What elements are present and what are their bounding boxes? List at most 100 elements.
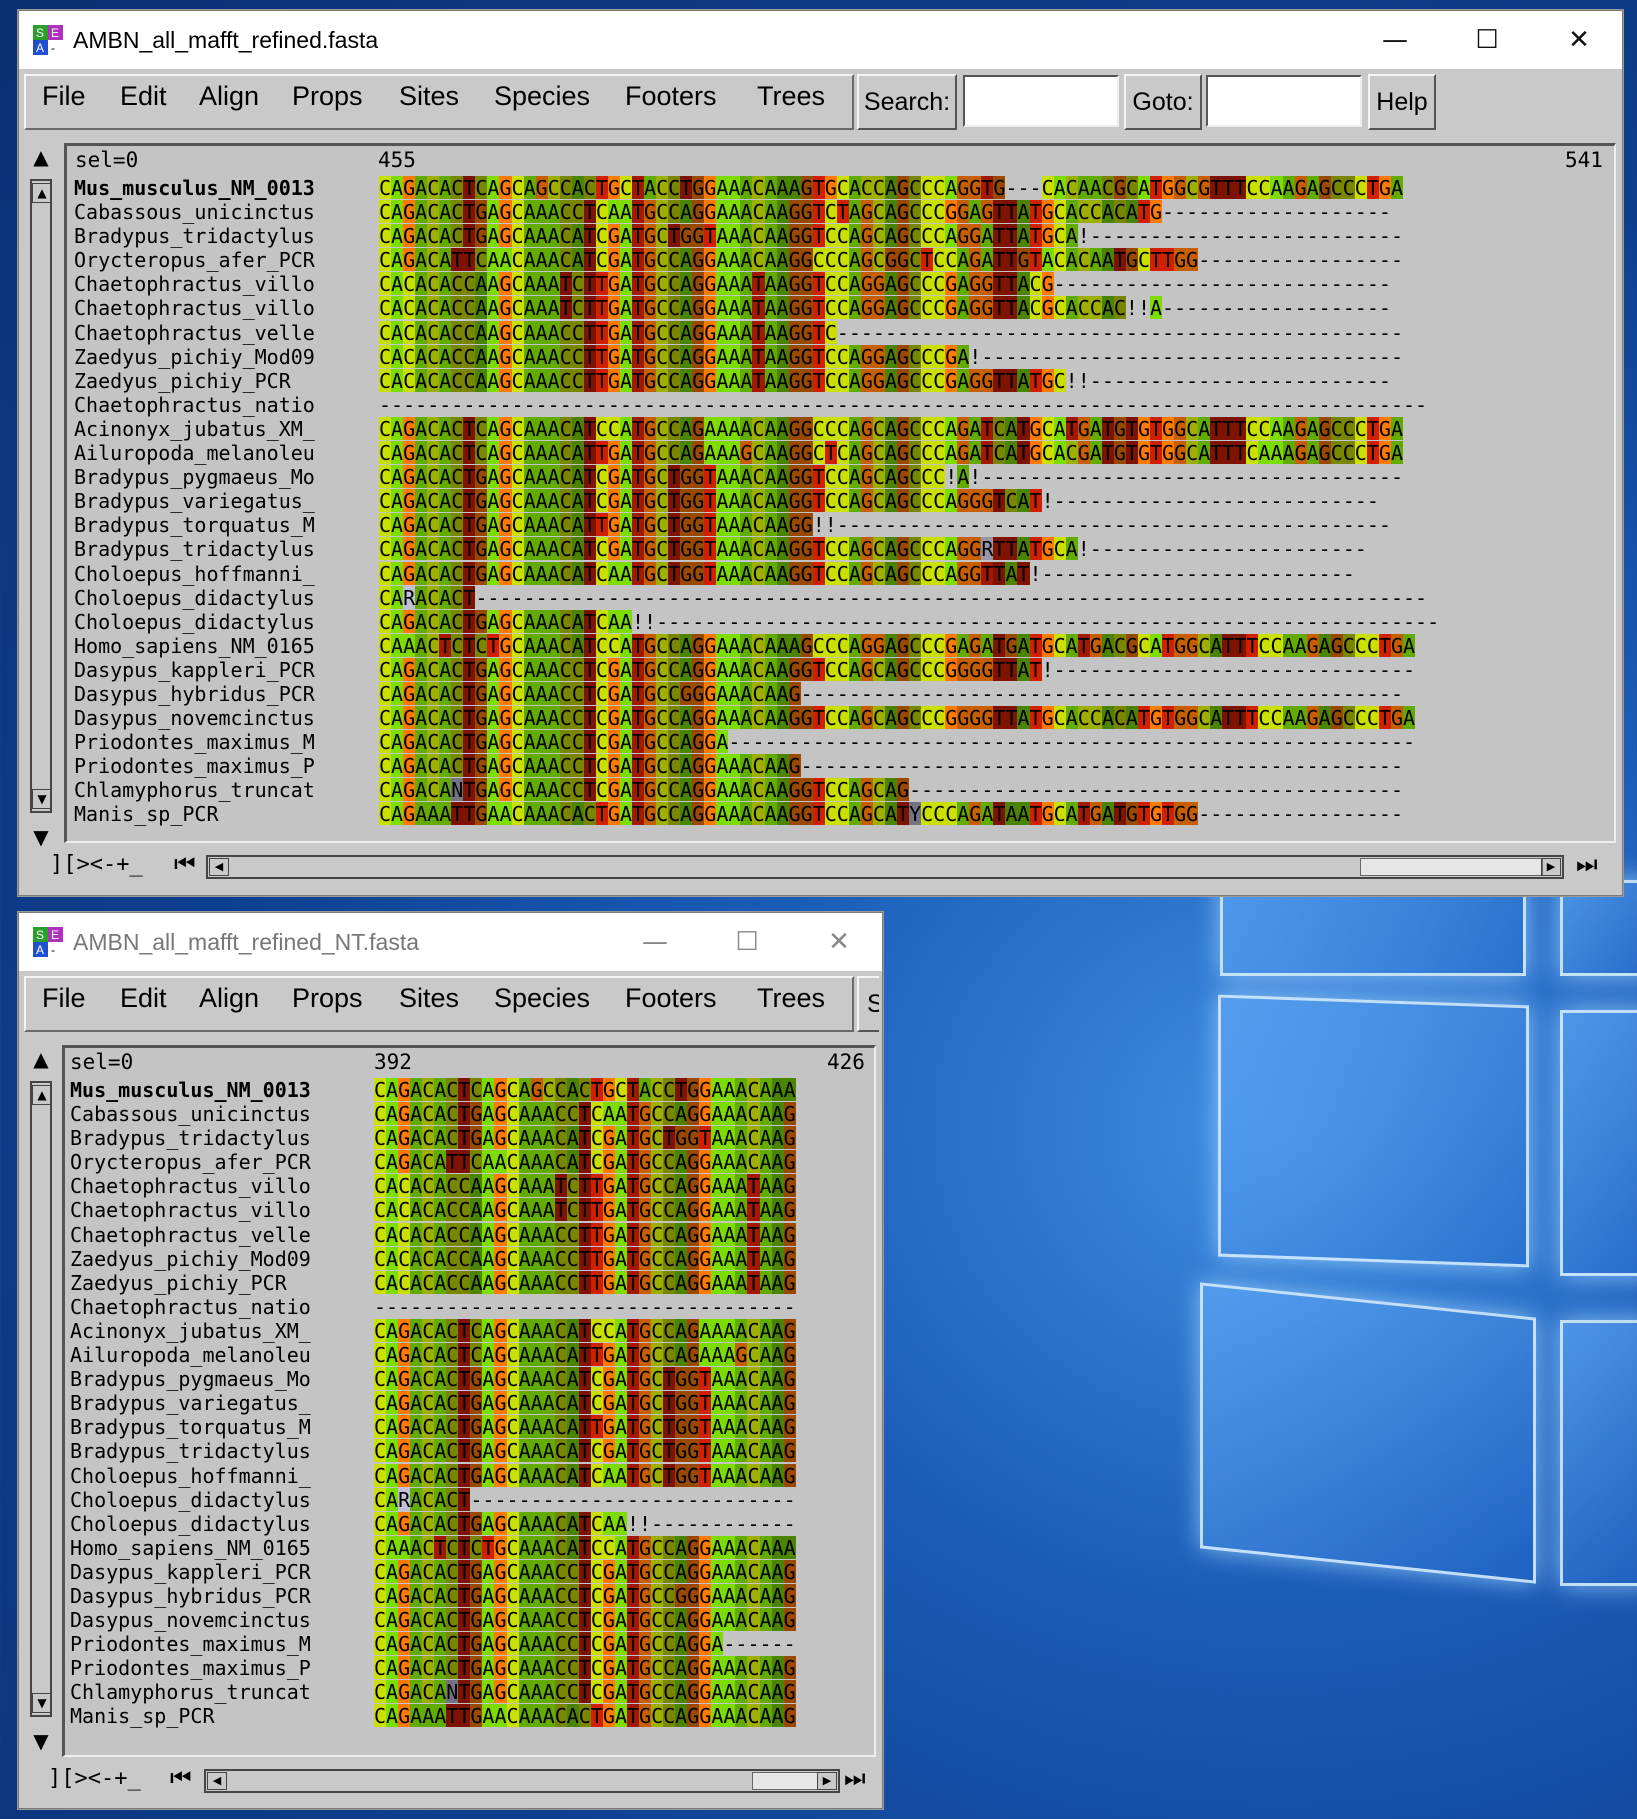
nucleotide-cell[interactable]: G bbox=[692, 633, 705, 658]
nucleotide-cell[interactable]: - bbox=[1222, 224, 1234, 248]
nucleotide-cell[interactable]: A bbox=[518, 1222, 531, 1247]
nucleotide-cell[interactable]: A bbox=[518, 1608, 531, 1632]
nucleotide-cell[interactable]: A bbox=[957, 368, 970, 393]
nucleotide-cell[interactable]: - bbox=[969, 778, 981, 802]
nucleotide-cell[interactable]: C bbox=[656, 296, 669, 320]
nucleotide-cell[interactable]: A bbox=[487, 320, 500, 345]
nucleotide-cell[interactable]: - bbox=[1295, 200, 1307, 224]
nucleotide-cell[interactable]: - bbox=[1138, 730, 1150, 754]
taxon-name[interactable]: Priodontes_maximus_M bbox=[74, 730, 364, 754]
nucleotide-cell[interactable]: G bbox=[699, 1270, 712, 1295]
nucleotide-cell[interactable]: - bbox=[765, 610, 777, 634]
nucleotide-cell[interactable]: A bbox=[764, 368, 777, 393]
nucleotide-cell[interactable]: C bbox=[909, 224, 922, 248]
nucleotide-cell[interactable]: A bbox=[759, 1318, 772, 1343]
nucleotide-cell[interactable]: - bbox=[1331, 586, 1343, 610]
nucleotide-cell[interactable]: - bbox=[885, 321, 897, 345]
nucleotide-cell[interactable]: G bbox=[788, 778, 801, 802]
nucleotide-cell[interactable]: T bbox=[631, 176, 645, 200]
nucleotide-cell[interactable]: A bbox=[542, 1318, 555, 1343]
nucleotide-cell[interactable]: - bbox=[1222, 489, 1234, 513]
nucleotide-cell[interactable]: C bbox=[668, 441, 681, 465]
nucleotide-cell[interactable]: - bbox=[1042, 321, 1054, 345]
nucleotide-cell[interactable]: C bbox=[427, 609, 440, 634]
vertical-scrollbar[interactable]: ▲ ▲ ▼ ▼ bbox=[27, 141, 57, 861]
taxon-name[interactable]: Chaetophractus_villo bbox=[74, 272, 364, 296]
nucleotide-cell[interactable]: A bbox=[848, 344, 861, 369]
nucleotide-cell[interactable]: - bbox=[740, 610, 752, 634]
nucleotide-cell[interactable]: A bbox=[403, 633, 416, 658]
nucleotide-cell[interactable]: - bbox=[627, 1488, 639, 1512]
nucleotide-cell[interactable]: A bbox=[386, 1150, 399, 1174]
nucleotide-cell[interactable]: T bbox=[631, 320, 645, 345]
nucleotide-cell[interactable]: T bbox=[590, 1246, 603, 1271]
nucleotide-cell[interactable]: C bbox=[511, 320, 524, 345]
nucleotide-cell[interactable]: - bbox=[1017, 778, 1029, 802]
nucleotide-cell[interactable]: G bbox=[783, 1126, 796, 1150]
nucleotide-cell[interactable]: A bbox=[547, 320, 560, 345]
nucleotide-cell[interactable]: G bbox=[470, 1704, 483, 1728]
nucleotide-cell[interactable]: A bbox=[759, 1078, 772, 1102]
title-bar[interactable]: S E A - AMBN_all_mafft_refined_NT.fasta … bbox=[19, 913, 882, 971]
nucleotide-cell[interactable]: - bbox=[1198, 272, 1210, 296]
nucleotide-cell[interactable]: C bbox=[651, 1150, 664, 1174]
nucleotide-cell[interactable]: G bbox=[639, 1415, 652, 1439]
nucleotide-cell[interactable]: G bbox=[860, 802, 873, 826]
nucleotide-cell[interactable]: A bbox=[957, 344, 970, 369]
nucleotide-cell[interactable]: C bbox=[595, 730, 608, 754]
nucleotide-cell[interactable]: A bbox=[571, 176, 584, 200]
nucleotide-cell[interactable]: - bbox=[1090, 489, 1102, 513]
nucleotide-cell[interactable]: - bbox=[596, 586, 608, 610]
nucleotide-cell[interactable]: T bbox=[458, 1656, 471, 1680]
taxon-name[interactable]: Dasypus_novemcinctus bbox=[74, 706, 364, 730]
nucleotide-cell[interactable]: - bbox=[1355, 513, 1367, 537]
nucleotide-cell[interactable]: - bbox=[1066, 658, 1078, 682]
nucleotide-cell[interactable]: A bbox=[535, 489, 548, 513]
nucleotide-cell[interactable]: - bbox=[1198, 682, 1210, 706]
nucleotide-cell[interactable]: C bbox=[470, 1343, 483, 1367]
nucleotide-cell[interactable]: G bbox=[499, 513, 512, 537]
nucleotide-cell[interactable]: - bbox=[861, 393, 873, 417]
nucleotide-cell[interactable]: T bbox=[752, 272, 765, 296]
nucleotide-cell[interactable]: C bbox=[824, 633, 837, 658]
nucleotide-cell[interactable]: A bbox=[523, 368, 536, 393]
nucleotide-cell[interactable]: A bbox=[482, 1463, 495, 1488]
nucleotide-cell[interactable]: A bbox=[415, 585, 428, 610]
nucleotide-cell[interactable]: G bbox=[692, 296, 705, 320]
nucleotide-cell[interactable]: A bbox=[547, 754, 560, 778]
nucleotide-cell[interactable]: A bbox=[542, 1102, 555, 1126]
nucleotide-cell[interactable]: A bbox=[711, 1559, 724, 1584]
nucleotide-cell[interactable]: A bbox=[386, 1704, 399, 1728]
nucleotide-cell[interactable]: C bbox=[422, 1608, 435, 1632]
nucleotide-cell[interactable]: C bbox=[511, 754, 524, 778]
nucleotide-cell[interactable]: C bbox=[470, 1150, 483, 1174]
nucleotide-cell[interactable]: A bbox=[728, 657, 741, 682]
nucleotide-cell[interactable]: C bbox=[752, 248, 765, 272]
nucleotide-cell[interactable]: T bbox=[812, 489, 825, 513]
nucleotide-cell[interactable]: - bbox=[1210, 682, 1222, 706]
nucleotide-cell[interactable]: A bbox=[439, 200, 452, 224]
nucleotide-cell[interactable]: A bbox=[415, 802, 428, 826]
nucleotide-cell[interactable]: C bbox=[427, 248, 440, 272]
nucleotide-cell[interactable]: A bbox=[740, 633, 753, 658]
nucleotide-cell[interactable]: - bbox=[1174, 682, 1186, 706]
nucleotide-cell[interactable]: C bbox=[933, 368, 946, 393]
nucleotide-cell[interactable]: A bbox=[386, 1391, 399, 1415]
nucleotide-cell[interactable]: - bbox=[1114, 682, 1126, 706]
nucleotide-cell[interactable]: - bbox=[1331, 537, 1343, 561]
nucleotide-cell[interactable]: A bbox=[566, 1367, 579, 1391]
nucleotide-cell[interactable]: - bbox=[579, 1295, 591, 1319]
nucleotide-cell[interactable]: - bbox=[1186, 537, 1198, 561]
nucleotide-cell[interactable]: A bbox=[771, 1391, 784, 1415]
nucleotide-cell[interactable]: - bbox=[567, 1295, 579, 1319]
nucleotide-cell[interactable]: - bbox=[603, 1295, 615, 1319]
nucleotide-cell[interactable]: A bbox=[728, 513, 741, 537]
nucleotide-cell[interactable]: A bbox=[735, 1367, 748, 1391]
sequence-row[interactable]: CAGACACTCAGCAAACATTGATGCCAGAAAGCAAGGCTCA… bbox=[379, 441, 1613, 465]
nucleotide-cell[interactable]: - bbox=[1270, 224, 1282, 248]
nucleotide-cell[interactable]: A bbox=[391, 681, 404, 706]
nucleotide-cell[interactable]: A bbox=[415, 633, 428, 658]
taxon-name[interactable]: Bradypus_pygmaeus_Mo bbox=[74, 465, 364, 489]
nucleotide-cell[interactable]: C bbox=[595, 778, 608, 802]
nucleotide-cell[interactable]: G bbox=[692, 344, 705, 369]
